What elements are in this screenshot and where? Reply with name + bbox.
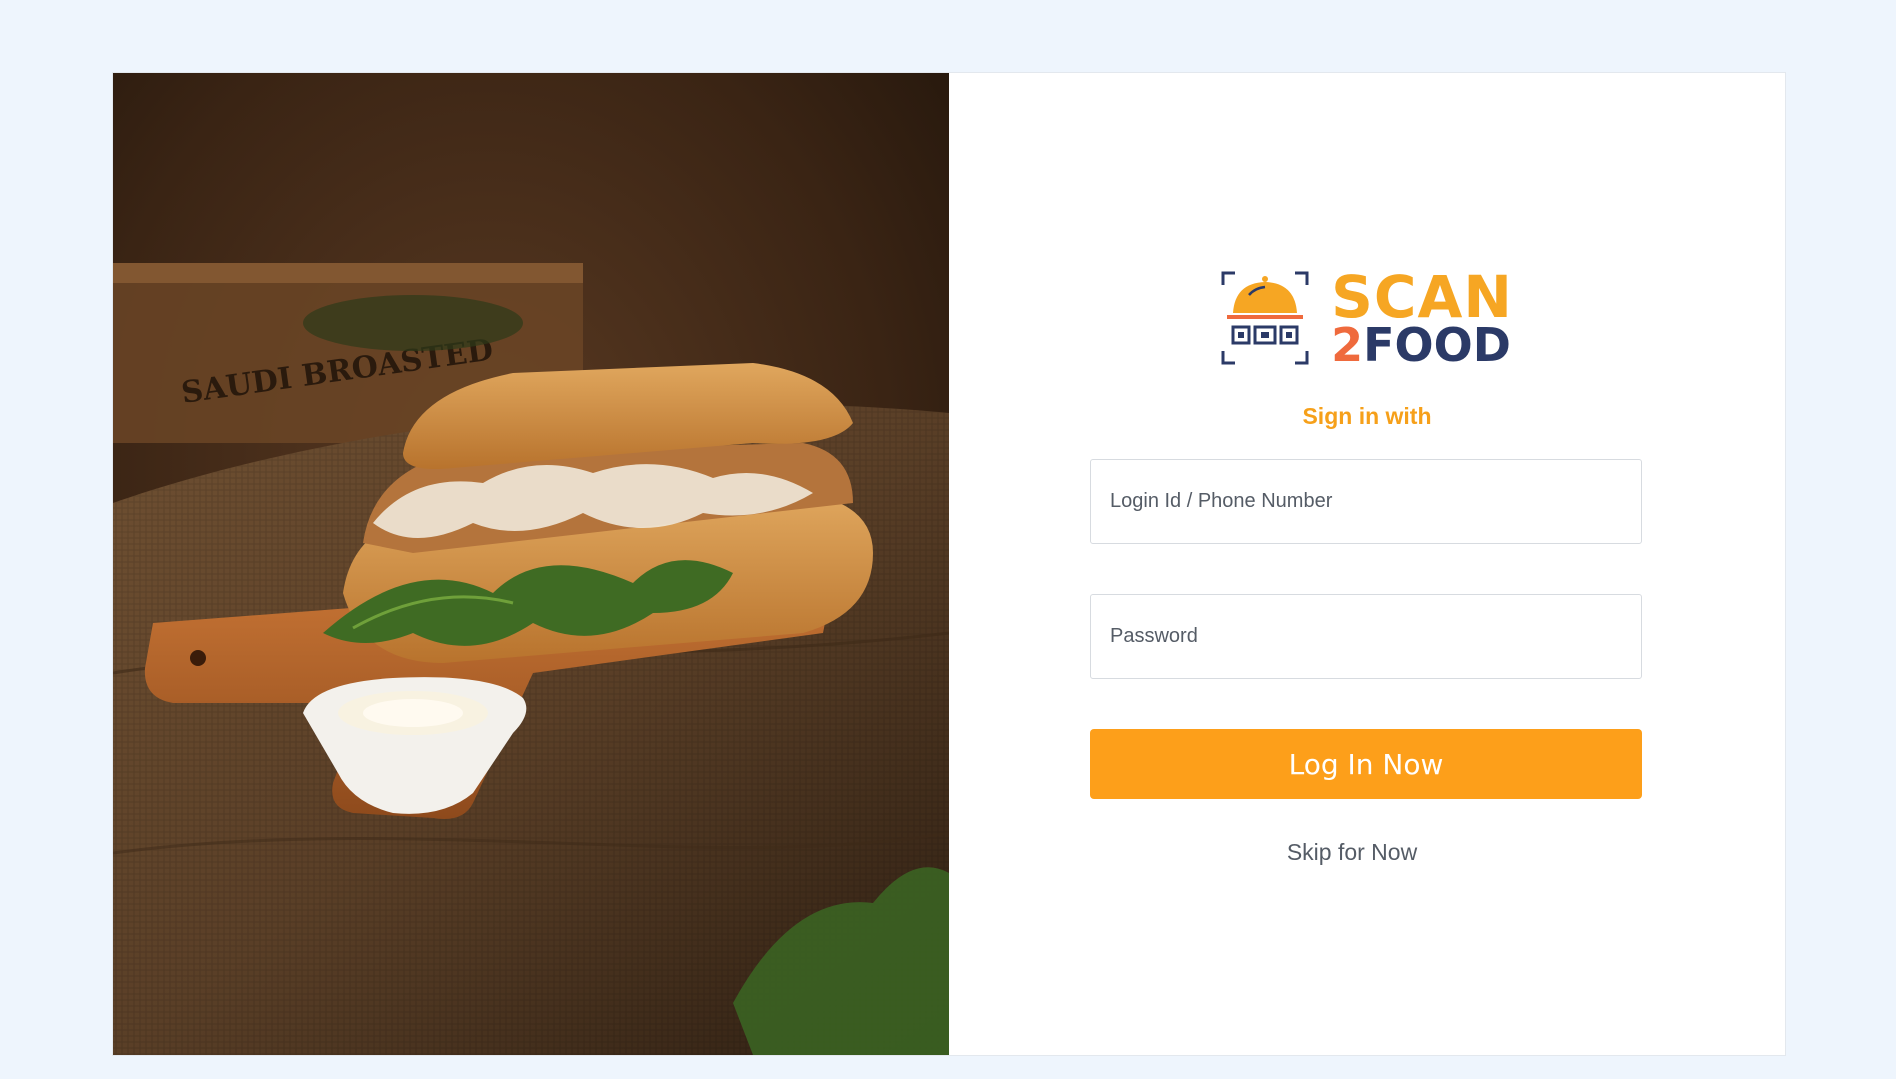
hero-image: SAUDI BROASTED (113, 73, 949, 1055)
brand-name-digit: 2 (1331, 318, 1364, 372)
sandwich-photo: SAUDI BROASTED (113, 73, 949, 1055)
login-button[interactable]: Log In Now (1090, 729, 1642, 799)
brand-name-bottom-wrap: 2FOOD (1331, 322, 1513, 368)
skip-link[interactable]: Skip for Now (919, 839, 1785, 866)
brand-wordmark: SCAN 2FOOD (1331, 268, 1513, 368)
cloche-qr-icon (1221, 271, 1309, 365)
signin-heading: Sign in with (1302, 403, 1432, 429)
brand-name-bottom: FOOD (1363, 318, 1511, 372)
login-panel: SCAN 2FOOD Sign in with Log In Now Skip … (949, 73, 1785, 1055)
login-id-input[interactable] (1090, 459, 1642, 544)
brand-logo: SCAN 2FOOD (949, 268, 1785, 368)
password-input[interactable] (1090, 594, 1642, 679)
login-card: SAUDI BROASTED SCAN 2FOOD Sign in with L… (113, 73, 1785, 1055)
